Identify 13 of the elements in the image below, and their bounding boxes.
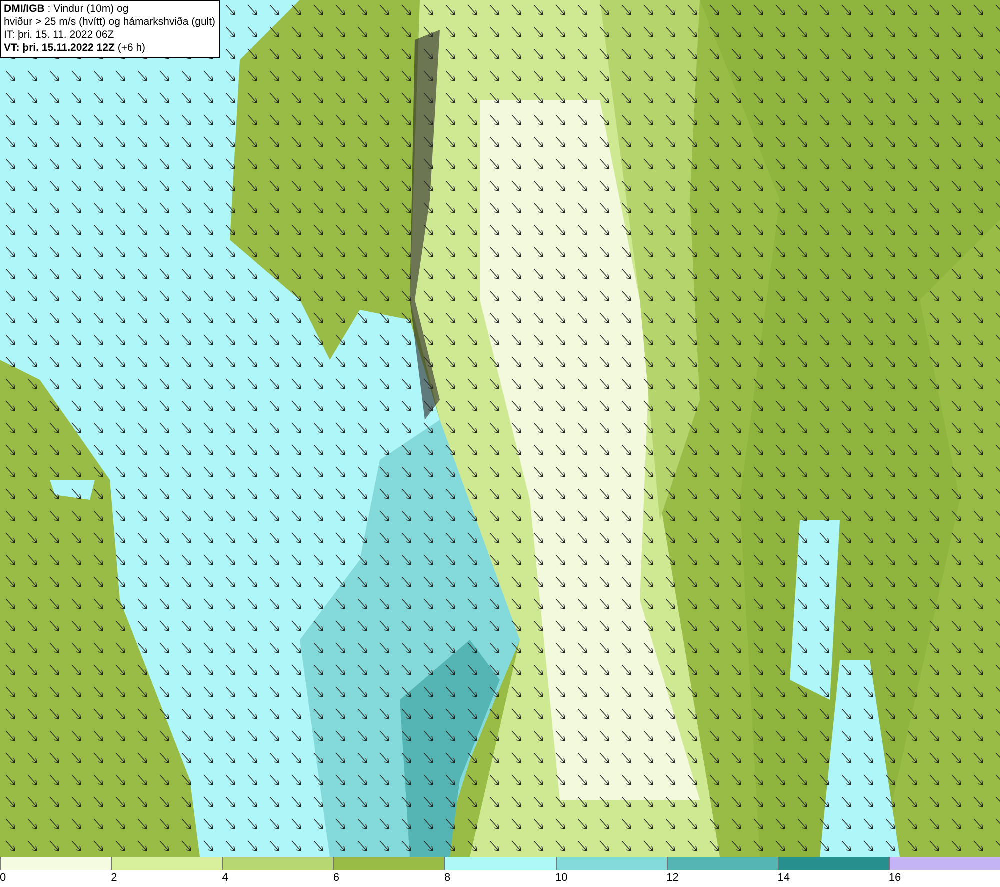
- legend-label: 8: [444, 872, 451, 884]
- info-text: DMI/IGB : Vindur (10m) og: [4, 3, 130, 16]
- legend-label: 2: [111, 872, 118, 884]
- legend-label: 12: [666, 872, 679, 884]
- info-text: hviður > 25 m/s (hvítt) og hámarkshviða (gult): [4, 16, 216, 29]
- legend-label: 6: [333, 872, 340, 884]
- legend-label: 10: [556, 872, 568, 884]
- info-text: VT: þri. 15.11.2022 12Z (+6 h): [4, 42, 147, 55]
- legend-label: 16: [888, 872, 902, 884]
- info-text: IT: þri. 15. 11. 2022 06Z: [4, 29, 116, 42]
- legend-label: 4: [222, 872, 228, 884]
- legend-label: 14: [778, 872, 790, 884]
- legend-label: 0: [0, 872, 6, 884]
